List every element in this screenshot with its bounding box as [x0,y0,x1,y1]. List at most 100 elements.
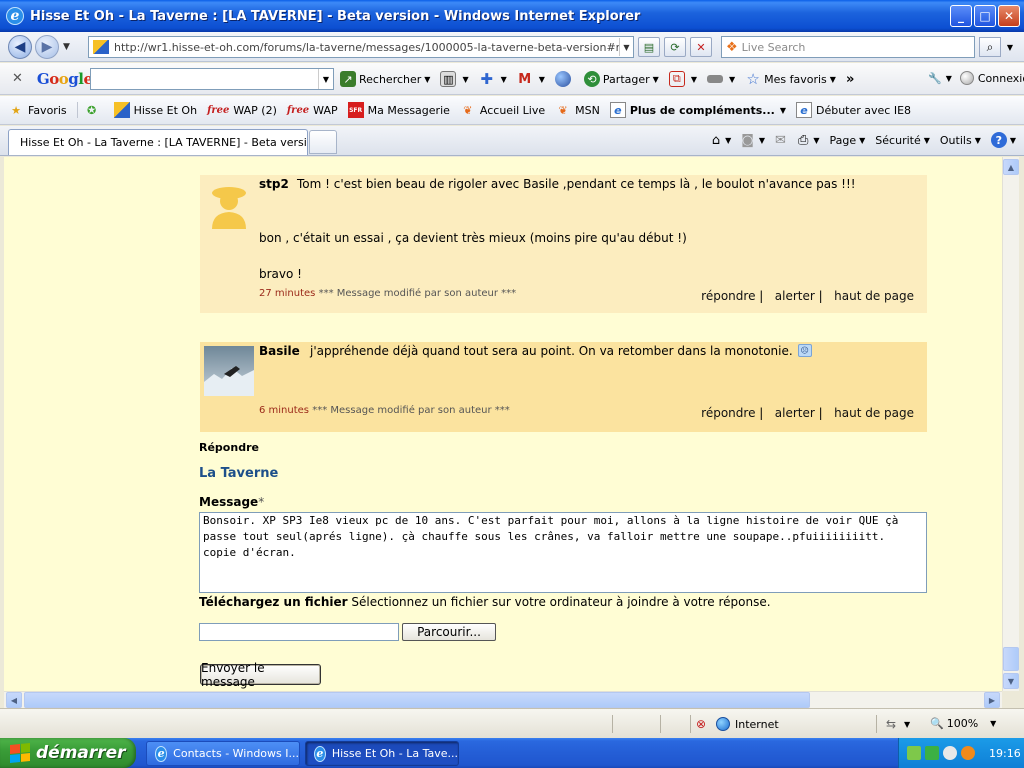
stop-button[interactable]: ✕ [690,37,712,57]
ie-logo-icon: e [6,7,24,25]
google-folder-button[interactable]: ▼ [706,75,735,84]
protected-mode-icon[interactable]: ⇆ [886,717,896,731]
forum-name-link[interactable]: La Taverne [199,466,278,481]
outils-menu[interactable]: Outils ▼ [940,134,981,147]
update-icon[interactable] [961,746,975,760]
maximize-button[interactable]: □ [974,5,996,27]
mail-button[interactable]: ✉ [775,133,788,148]
status-separator [660,715,661,733]
back-button[interactable]: ◀ [8,34,32,59]
google-bookmark-button[interactable]: ▥ ▼ [440,71,469,87]
google-earth-button[interactable] [554,71,574,87]
favorite-plus-de-complements[interactable]: e Plus de compléments... ▼ [609,102,786,118]
bookmark-icon: ▥ [440,71,457,87]
print-button[interactable]: ⎙ ▼ [798,133,820,148]
add-favorite-button[interactable]: ✪ [76,102,104,118]
history-dropdown-icon[interactable]: ▼ [63,42,70,52]
google-translate-button[interactable]: ⧉ ▼ [668,71,697,87]
post-author[interactable]: stp2 [259,177,289,191]
favorite-hisse-et-oh[interactable]: Hisse Et Oh [113,102,197,118]
vertical-scroll-thumb[interactable] [1003,647,1019,671]
mail-icon: ✉ [775,132,786,148]
google-connexion-button[interactable]: 🔧 ▼ Connexion ▼ [928,71,1024,85]
chevron-down-icon[interactable]: ▼ [904,720,910,729]
command-bar: ⌂ ▼ ◙ ▼ ✉ ⎙ ▼ Page ▼ Sécurité ▼ Outils ▼ ? ▼ [706,132,1016,148]
star-icon: ☆ [746,70,760,88]
top-of-page-link[interactable]: haut de page [834,406,914,420]
favorite-ma-messagerie[interactable]: SFR Ma Messagerie [347,102,450,118]
favoris-button[interactable]: ★ Favoris [8,102,67,118]
file-path-input[interactable] [199,623,399,641]
feeds-button[interactable]: ◙ ▼ [741,133,765,148]
close-button[interactable]: ✕ [998,5,1020,27]
scroll-right-icon[interactable]: ▶ [984,692,1000,708]
google-search-input[interactable]: ▼ [90,68,334,90]
window-title-bar[interactable]: e Hisse Et Oh - La Taverne : [LA TAVERNE… [0,0,1024,32]
google-rechercher-button[interactable]: ↗ Rechercher ▼ [340,71,430,87]
help-menu[interactable]: ? ▼ [990,132,1016,148]
favorite-debuter-ie8[interactable]: e Débuter avec IE8 [795,102,911,118]
taskbar-button-label: Contacts - Windows I... [173,747,299,760]
reply-link[interactable]: répondre [701,289,755,303]
msn-favicon-icon: ❦ [463,103,473,117]
message-textarea[interactable]: Bonsoir. XP SP3 Ie8 vieux pc de 10 ans. … [199,512,927,593]
search-button[interactable]: ⌕ [979,37,1001,57]
favorite-wap-2[interactable]: free WAP (2) [207,104,277,117]
favorite-label: Plus de compléments... [629,103,775,117]
share-icon: ⟲ [583,71,600,87]
security-zone[interactable]: Internet [716,717,779,731]
forward-button[interactable]: ▶ [35,34,59,59]
home-button[interactable]: ⌂ ▼ [712,133,731,148]
address-url[interactable]: http://wr1.hisse-et-oh.com/forums/la-tav… [114,41,619,54]
new-tab-button[interactable] [309,130,337,154]
scroll-down-icon[interactable]: ▼ [1003,673,1019,689]
favorite-accueil-live[interactable]: ❦ Accueil Live [460,102,545,118]
scroll-left-icon[interactable]: ◀ [6,692,22,708]
top-of-page-link[interactable]: haut de page [834,289,914,303]
live-search-input[interactable]: ❖ Live Search [721,36,975,58]
post-author[interactable]: Basile [259,344,300,358]
google-partager-button[interactable]: ⟲ Partager ▼ [583,71,659,87]
google-add-button[interactable]: ✚ ▼ [479,70,506,88]
address-dropdown-icon[interactable]: ▼ [619,38,633,56]
chevron-down-icon: ▼ [945,73,952,83]
favoris-label: Favoris [28,103,67,117]
google-search-dropdown-icon[interactable]: ▼ [318,69,333,89]
free-favicon-icon: free [207,104,230,116]
favorite-msn[interactable]: ❦ MSN [555,102,600,118]
taskbar-button-hisse[interactable]: e Hisse Et Oh - La Tave... [305,741,459,766]
zoom-control[interactable]: 🔍 100% ▼ [930,717,996,730]
minimize-button[interactable]: _ [950,5,972,27]
google-favoris-label: Mes favoris [764,72,827,86]
volume-icon[interactable] [943,746,957,760]
vertical-scrollbar[interactable]: ▲ ▼ [1002,157,1019,691]
message-label-text: Message [199,495,259,509]
start-button[interactable]: démarrer [0,738,136,768]
network-icon[interactable] [907,746,921,760]
close-toolbar-icon[interactable]: ✕ [12,71,23,86]
horizontal-scrollbar[interactable]: ◀ ▶ [4,691,1002,708]
alert-link[interactable]: alerter [775,289,815,303]
clock[interactable]: 19:16 [989,747,1021,760]
refresh-button[interactable]: ⟳ [664,37,686,57]
send-message-button[interactable]: Envoyer le message [200,661,321,689]
post-actions: répondre | alerter | haut de page [701,406,914,420]
scroll-up-icon[interactable]: ▲ [1003,159,1019,175]
gmail-button[interactable]: M ▼ [517,71,545,87]
favorite-wap[interactable]: free WAP [287,104,338,117]
taskbar-button-contacts[interactable]: e Contacts - Windows I... [146,741,300,766]
horizontal-scroll-thumb[interactable] [24,692,810,708]
shield-icon[interactable] [925,746,939,760]
tab-hisse-et-oh[interactable]: Hisse Et Oh - La Taverne : [LA TAVERNE] … [8,129,308,155]
google-favoris-button[interactable]: ☆ Mes favoris ▼ [745,70,836,88]
page-menu[interactable]: Page ▼ [830,134,866,147]
blocked-content-icon[interactable]: ⊗ [696,717,706,731]
address-field[interactable]: http://wr1.hisse-et-oh.com/forums/la-tav… [88,36,634,58]
search-options-dropdown-icon[interactable]: ▼ [1003,37,1017,57]
google-more-button[interactable]: » [846,72,854,87]
reply-link[interactable]: répondre [701,406,755,420]
securite-menu[interactable]: Sécurité ▼ [875,134,930,147]
compatibility-view-button[interactable]: ▤ [638,37,660,57]
alert-link[interactable]: alerter [775,406,815,420]
browse-button[interactable]: Parcourir... [402,623,496,641]
